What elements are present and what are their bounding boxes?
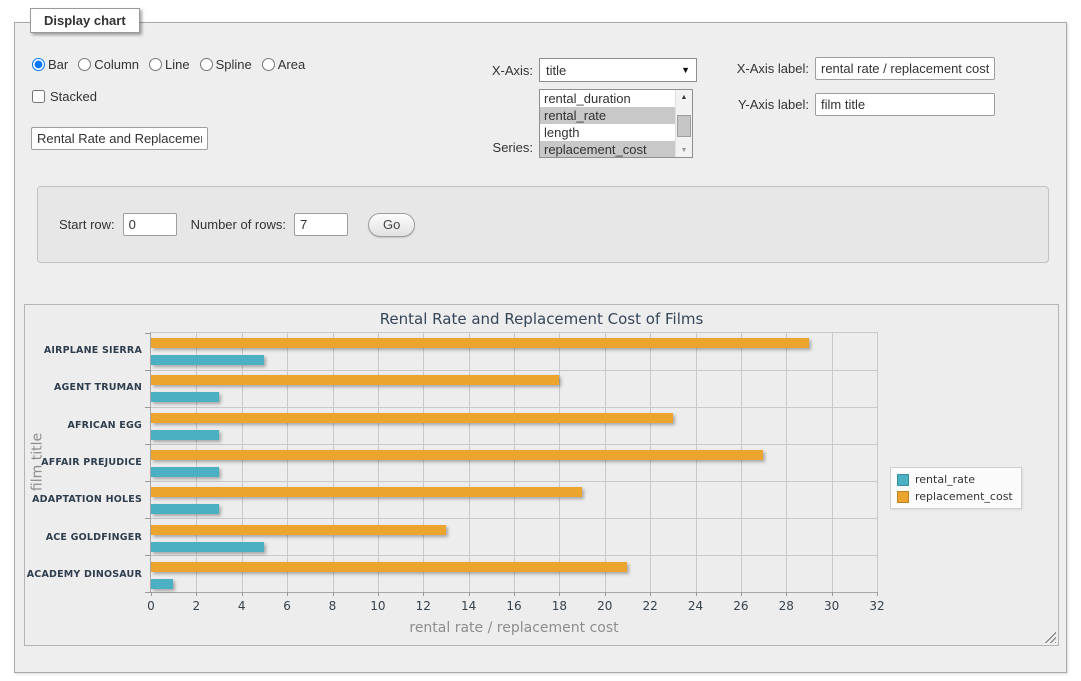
- bar-rental_rate[interactable]: [151, 542, 264, 552]
- x-tick-label: 22: [642, 599, 657, 613]
- bar-rental_rate[interactable]: [151, 579, 173, 589]
- x-axis-label-caption: X-Axis label:: [721, 61, 809, 76]
- bar-replacement_cost[interactable]: [151, 562, 627, 572]
- radio-spline-input[interactable]: [200, 58, 213, 71]
- radio-column-input[interactable]: [78, 58, 91, 71]
- bar-rental_rate[interactable]: [151, 467, 219, 477]
- chart-type-group: Bar Column Line Spline Area: [32, 57, 311, 72]
- x-tick-label: 6: [283, 599, 291, 613]
- x-axis-label: X-Axis:: [475, 63, 533, 78]
- x-tick-label: 20: [597, 599, 612, 613]
- chart-container: Rental Rate and Replacement Cost of Film…: [24, 304, 1059, 646]
- category-row: [151, 557, 877, 594]
- radio-line-input[interactable]: [149, 58, 162, 71]
- scrollbar-thumb[interactable]: [677, 115, 691, 137]
- category-row: [151, 333, 877, 370]
- series-option-rental_rate[interactable]: rental_rate: [540, 107, 675, 124]
- bar-replacement_cost[interactable]: [151, 450, 763, 460]
- x-tick-label: 30: [824, 599, 839, 613]
- series-listbox[interactable]: rental_durationrental_ratelengthreplacem…: [539, 89, 693, 158]
- series-label: Series:: [475, 140, 533, 158]
- dropdown-arrow-icon: ▼: [681, 65, 690, 75]
- legend-item-rental_rate[interactable]: rental_rate: [897, 473, 1013, 486]
- x-tick-label: 14: [461, 599, 476, 613]
- x-tick-label: 2: [193, 599, 201, 613]
- x-tick-label: 12: [416, 599, 431, 613]
- legend-swatch: [897, 491, 909, 503]
- resize-handle-icon[interactable]: [1044, 631, 1056, 643]
- bar-rental_rate[interactable]: [151, 504, 219, 514]
- series-option-replacement_cost[interactable]: replacement_cost: [540, 141, 675, 158]
- radio-bar-input[interactable]: [32, 58, 45, 71]
- series-scrollbar[interactable]: ▲ ▼: [675, 90, 692, 157]
- display-chart-fieldset: BarColumnLineSplineArea Stacked X-Axis: …: [14, 22, 1067, 673]
- bar-replacement_cost[interactable]: [151, 338, 809, 348]
- legend-swatch: [897, 474, 909, 486]
- x-tick-label: 16: [506, 599, 521, 613]
- category-row: [151, 519, 877, 556]
- number-of-rows-input[interactable]: [294, 213, 348, 236]
- y-axis-title: film title: [30, 332, 50, 593]
- x-tick-label: 18: [552, 599, 567, 613]
- series-option-rental_duration[interactable]: rental_duration: [540, 90, 675, 107]
- fieldset-legend: Display chart: [30, 8, 140, 33]
- category-row: [151, 370, 877, 407]
- bar-rental_rate[interactable]: [151, 430, 219, 440]
- radio-line[interactable]: Line: [149, 57, 190, 72]
- x-tick-label: 28: [779, 599, 794, 613]
- bar-replacement_cost[interactable]: [151, 413, 673, 423]
- x-tick-label: 32: [869, 599, 884, 613]
- scroll-up-icon[interactable]: ▲: [676, 90, 692, 104]
- x-axis-title: rental rate / replacement cost: [150, 620, 878, 636]
- stacked-checkbox[interactable]: [32, 90, 45, 103]
- x-axis-label-input[interactable]: [815, 57, 995, 80]
- go-button[interactable]: Go: [368, 213, 415, 237]
- radio-area-input[interactable]: [262, 58, 275, 71]
- start-row-label: Start row:: [59, 217, 115, 232]
- x-axis-select[interactable]: title ▼: [539, 58, 697, 82]
- x-tick-label: 0: [147, 599, 155, 613]
- scroll-down-icon[interactable]: ▼: [676, 143, 692, 157]
- y-axis-label-caption: Y-Axis label:: [721, 97, 809, 112]
- x-axis-selected-value: title: [546, 63, 681, 78]
- category-row: [151, 445, 877, 482]
- bar-replacement_cost[interactable]: [151, 487, 582, 497]
- bar-rental_rate[interactable]: [151, 355, 264, 365]
- series-option-length[interactable]: length: [540, 124, 675, 141]
- chart-title: Rental Rate and Replacement Cost of Film…: [25, 310, 1058, 328]
- start-row-input[interactable]: [123, 213, 177, 236]
- x-tick-mark: [877, 592, 878, 596]
- bar-rental_rate[interactable]: [151, 392, 219, 402]
- x-tick-label: 8: [329, 599, 337, 613]
- plot-area: 02468101214161820222426283032: [150, 332, 878, 593]
- radio-spline[interactable]: Spline: [200, 57, 252, 72]
- radio-bar[interactable]: Bar: [32, 57, 68, 72]
- chart-legend: rental_rate replacement_cost: [890, 467, 1022, 509]
- row-range-panel: Start row: Number of rows: Go: [37, 186, 1049, 263]
- x-tick-label: 24: [688, 599, 703, 613]
- chart-title-input[interactable]: [31, 127, 208, 150]
- number-of-rows-label: Number of rows:: [191, 217, 286, 232]
- x-tick-label: 26: [733, 599, 748, 613]
- radio-column[interactable]: Column: [78, 57, 139, 72]
- bar-replacement_cost[interactable]: [151, 375, 559, 385]
- x-tick-label: 4: [238, 599, 246, 613]
- radio-area[interactable]: Area: [262, 57, 305, 72]
- bar-replacement_cost[interactable]: [151, 525, 446, 535]
- y-axis-label-input[interactable]: [815, 93, 995, 116]
- stacked-label: Stacked: [50, 89, 97, 104]
- category-row: [151, 482, 877, 519]
- x-tick-label: 10: [370, 599, 385, 613]
- category-row: [151, 408, 877, 445]
- legend-item-replacement_cost[interactable]: replacement_cost: [897, 490, 1013, 503]
